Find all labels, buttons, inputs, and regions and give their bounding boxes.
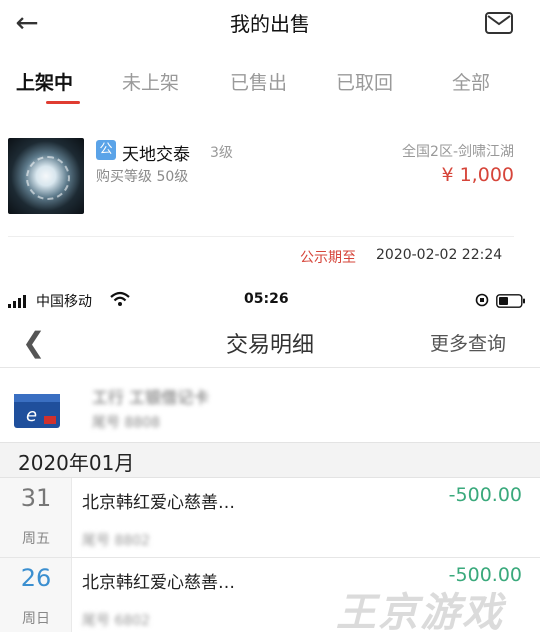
bank-card-icon: e <box>14 394 60 428</box>
day-number: 31 <box>20 484 52 512</box>
svg-text:e: e <box>26 405 37 426</box>
weekday: 周日 <box>22 611 50 627</box>
detail-header: ❮ 交易明细 更多查询 <box>0 318 540 368</box>
item-level: 3级 <box>210 145 233 161</box>
more-query-button[interactable]: 更多查询 <box>430 329 506 356</box>
phone-status-bar: 中国移动 05:26 <box>0 286 540 316</box>
buy-level: 购买等级 50级 <box>96 169 189 185</box>
server-name: 全国2区-剑啸江湖 <box>402 144 514 160</box>
mail-icon[interactable] <box>485 12 513 34</box>
card-tail: 尾号 6802 <box>82 613 151 629</box>
site-watermark: 王京游戏 <box>336 590 504 632</box>
date-column: 31 周五 <box>0 478 72 557</box>
month-label: 2020年01月 <box>18 451 135 475</box>
signal-icon <box>8 295 26 308</box>
card-tail: 尾号 8802 <box>82 533 151 549</box>
day-number: 26 <box>20 564 52 592</box>
bank-card-row[interactable]: e 工行 工银借记卡 尾号 8808 <box>0 370 540 442</box>
item-price: ¥ 1,000 <box>441 164 514 186</box>
transaction-row[interactable]: 31 周五 北京韩红爱心慈善… -500.00 尾号 8802 <box>0 478 540 558</box>
carrier-name: 中国移动 <box>36 294 92 310</box>
tab-unlisted[interactable]: 未上架 <box>122 68 179 95</box>
tab-retrieved[interactable]: 已取回 <box>336 68 393 95</box>
item-thumbnail <box>8 138 84 214</box>
rotation-lock-icon <box>475 293 489 307</box>
merchant-name: 北京韩红爱心慈善… <box>82 493 235 513</box>
card-tail-number: 尾号 8808 <box>92 415 161 431</box>
divider <box>8 236 514 237</box>
public-badge: 公 <box>96 140 116 160</box>
publicity-label: 公示期至 <box>300 250 356 266</box>
active-tab-indicator <box>46 101 80 104</box>
transaction-amount: -500.00 <box>448 484 522 506</box>
wifi-icon <box>110 291 130 306</box>
tab-listing[interactable]: 上架中 <box>16 68 73 95</box>
sale-item-card[interactable]: 公 天地交泰 3级 购买等级 50级 全国2区-剑啸江湖 ¥ 1,000 公示期… <box>0 124 540 270</box>
item-name: 天地交泰 <box>122 145 190 165</box>
tab-all[interactable]: 全部 <box>452 68 490 95</box>
merchant-name: 北京韩红爱心慈善… <box>82 573 235 593</box>
status-tabs: 上架中 未上架 已售出 已取回 全部 <box>0 58 540 106</box>
weekday: 周五 <box>22 531 50 547</box>
publicity-time: 2020-02-02 22:24 <box>376 247 503 263</box>
tab-sold[interactable]: 已售出 <box>230 68 287 95</box>
battery-icon <box>496 294 525 308</box>
sales-header: ← 我的出售 <box>0 0 540 48</box>
month-header: 2020年01月 <box>0 442 540 478</box>
date-column: 26 周日 <box>0 558 72 632</box>
bank-name: 工行 工银借记卡 <box>92 388 210 407</box>
page-title: 我的出售 <box>230 12 310 36</box>
status-time: 05:26 <box>244 291 289 307</box>
